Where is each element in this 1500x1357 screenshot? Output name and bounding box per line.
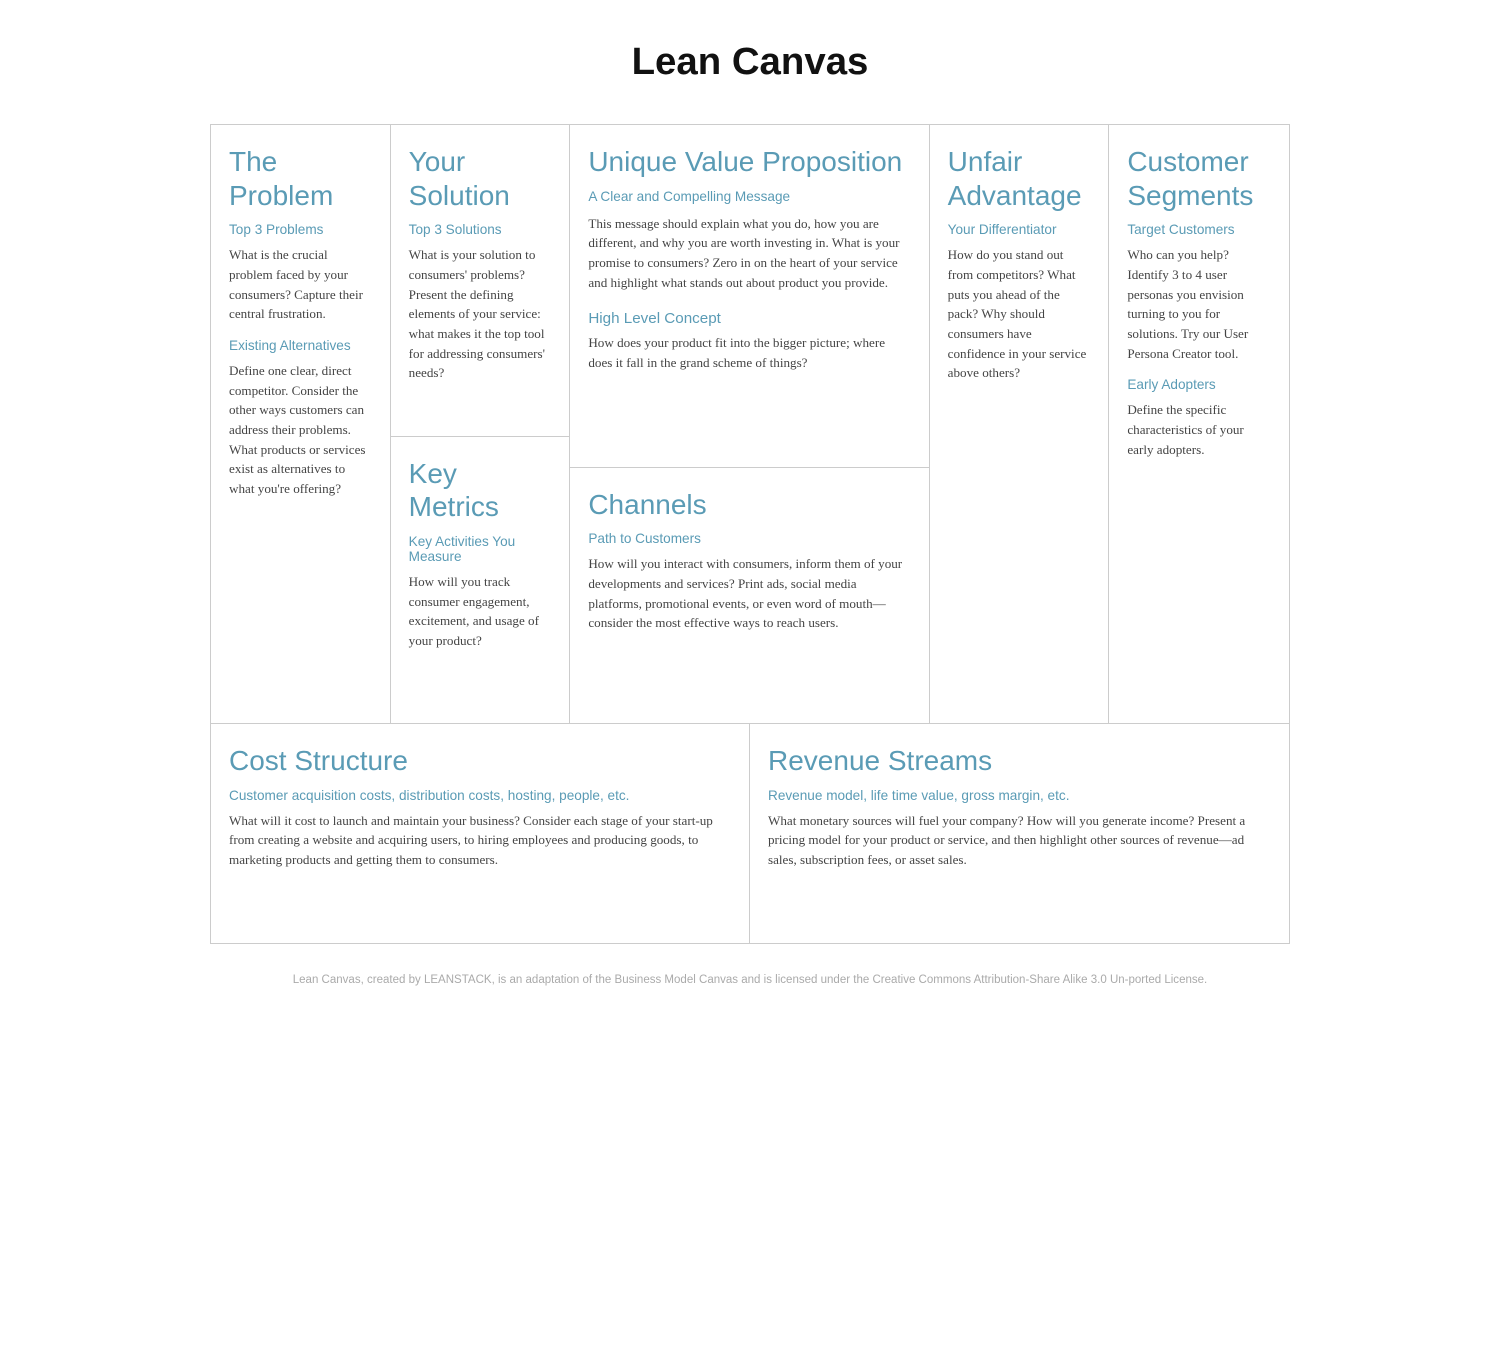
solution-sub1-title: Top 3 Solutions [409,222,552,237]
problem-sub1-title: Top 3 Problems [229,222,372,237]
uvp-intro-subtitle: A Clear and Compelling Message [588,189,910,204]
uvp-concept-body: How does your product fit into the bigge… [588,333,910,372]
revenue-body: What monetary sources will fuel your com… [768,811,1271,870]
channels-sub1-title: Path to Customers [588,531,910,546]
cost-title: Cost Structure [229,744,731,778]
unfair-title: Unfair Advantage [948,145,1091,212]
channels-sub1-body: How will you interact with consumers, in… [588,554,910,633]
problem-sub1-body: What is the crucial problem faced by you… [229,245,372,324]
segments-sub1-body: Who can you help? Identify 3 to 4 user p… [1127,245,1271,363]
channels-title: Channels [588,488,910,522]
problem-sub2-body: Define one clear, direct competitor. Con… [229,361,372,499]
uvp-cell: Unique Value Proposition A Clear and Com… [570,125,928,468]
footer-text: Lean Canvas, created by LEANSTACK, is an… [210,974,1290,1006]
cost-subtitle: Customer acquisition costs, distribution… [229,788,731,803]
uvp-title: Unique Value Proposition [588,145,910,179]
canvas-bottom-section: Cost Structure Customer acquisition cost… [210,724,1290,944]
page-title: Lean Canvas [210,40,1290,84]
revenue-cell: Revenue Streams Revenue model, life time… [750,724,1289,943]
solution-metrics-col: Your Solution Top 3 Solutions What is yo… [391,125,571,723]
uvp-channels-col: Unique Value Proposition A Clear and Com… [570,125,929,723]
revenue-title: Revenue Streams [768,744,1271,778]
metrics-title: Key Metrics [409,457,552,524]
cost-body: What will it cost to launch and maintain… [229,811,731,870]
channels-cell: Channels Path to Customers How will you … [570,468,928,723]
solution-title: Your Solution [409,145,552,212]
revenue-subtitle: Revenue model, life time value, gross ma… [768,788,1271,803]
unfair-sub1-body: How do you stand out from competitors? W… [948,245,1091,383]
segments-title: Customer Segments [1127,145,1271,212]
metrics-sub1-body: How will you track consumer engagement, … [409,572,552,651]
problem-title: The Problem [229,145,372,212]
metrics-cell: Key Metrics Key Activities You Measure H… [391,437,570,723]
uvp-concept-title: High Level Concept [588,310,910,327]
unfair-sub1-title: Your Differentiator [948,222,1091,237]
segments-cell: Customer Segments Target Customers Who c… [1109,125,1289,723]
segments-sub2-title: Early Adopters [1127,377,1271,392]
solution-cell: Your Solution Top 3 Solutions What is yo… [391,125,570,437]
problem-sub2-title: Existing Alternatives [229,338,372,353]
segments-sub2-body: Define the specific characteristics of y… [1127,400,1271,459]
unfair-cell: Unfair Advantage Your Differentiator How… [930,125,1110,723]
canvas-top-section: The Problem Top 3 Problems What is the c… [210,124,1290,724]
uvp-intro-body: This message should explain what you do,… [588,214,910,293]
segments-sub1-title: Target Customers [1127,222,1271,237]
solution-sub1-body: What is your solution to consumers' prob… [409,245,552,383]
cost-cell: Cost Structure Customer acquisition cost… [211,724,750,943]
metrics-sub1-title: Key Activities You Measure [409,534,552,564]
problem-cell: The Problem Top 3 Problems What is the c… [211,125,391,723]
